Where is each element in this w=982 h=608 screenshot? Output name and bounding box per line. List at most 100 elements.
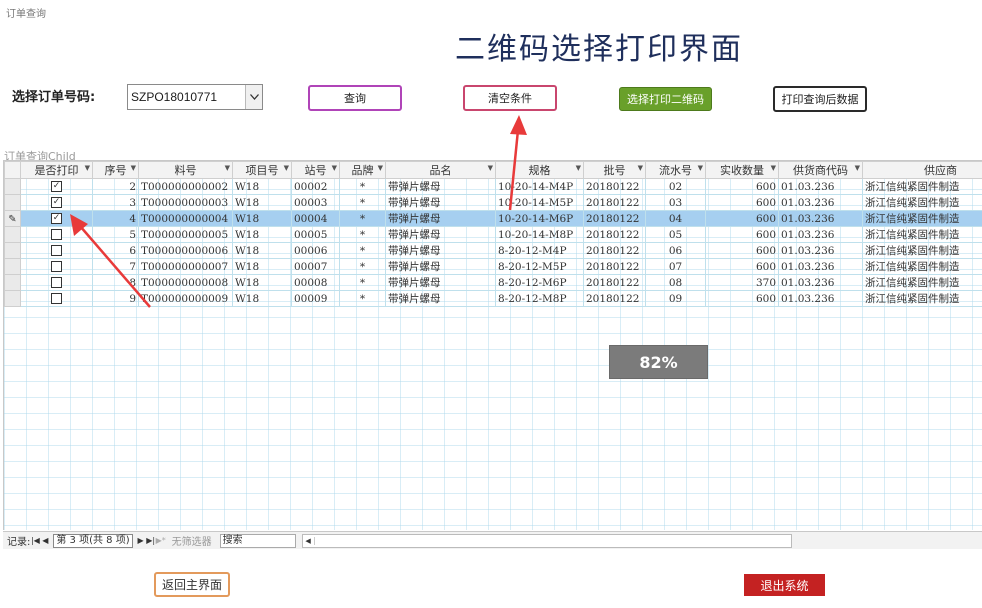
table-cell[interactable]: 01.03.236 xyxy=(778,242,863,259)
table-cell[interactable]: 01.03.236 xyxy=(778,226,863,243)
column-header[interactable]: 序号 ▼ xyxy=(92,161,139,179)
column-header[interactable]: 站号 ▼ xyxy=(291,161,340,179)
column-header[interactable]: 是否打印 ▼ xyxy=(20,161,93,179)
table-cell[interactable]: 浙江信纯紧固件制造 xyxy=(862,290,982,307)
table-cell[interactable]: 01.03.236 xyxy=(778,274,863,291)
table-cell[interactable]: 00004 xyxy=(291,210,340,227)
table-cell[interactable]: 00003 xyxy=(291,194,340,211)
table-cell[interactable]: 600 xyxy=(705,178,779,195)
exit-system-button[interactable]: 退出系统 xyxy=(744,574,825,596)
table-cell[interactable]: 20180122 xyxy=(583,290,646,307)
table-cell[interactable]: 02 xyxy=(645,178,706,195)
row-selector[interactable] xyxy=(4,194,21,211)
last-record-button[interactable]: ▶| xyxy=(146,536,156,545)
table-cell[interactable]: T000000000008 xyxy=(138,274,233,291)
table-cell[interactable]: 10-20-14-M6P xyxy=(495,210,584,227)
table-cell[interactable]: W18 xyxy=(232,210,292,227)
table-cell[interactable]: 带弹片螺母 xyxy=(385,194,496,211)
sort-arrow-icon[interactable]: ▼ xyxy=(85,164,90,172)
filter-status[interactable]: 无筛选器 xyxy=(172,533,212,548)
table-cell[interactable]: 浙江信纯紧固件制造 xyxy=(862,194,982,211)
order-number-value[interactable]: SZPO18010771 xyxy=(128,90,245,104)
table-cell[interactable]: 8 xyxy=(92,274,139,291)
table-cell[interactable]: 08 xyxy=(645,274,706,291)
sort-arrow-icon[interactable]: ▼ xyxy=(698,164,703,172)
table-row[interactable]: 9 T000000000009 W18 00009 * 带弹片螺母 8-20-12-M8P 2… xyxy=(4,290,982,307)
datasheet-grid[interactable]: 是否打印 ▼ 序号 ▼ 料号 ▼ 项目号 ▼ 站号 ▼ 品牌 ▼ 品名 ▼ 规格 ▼ 批号 ▼ 流… xyxy=(3,160,982,530)
column-header[interactable]: 品名 ▼ xyxy=(385,161,496,179)
table-cell[interactable]: 03 xyxy=(645,194,706,211)
table-cell[interactable]: 10-20-14-M4P xyxy=(495,178,584,195)
table-cell[interactable]: 6 xyxy=(92,242,139,259)
table-cell[interactable]: 01.03.236 xyxy=(778,210,863,227)
checkbox-unchecked[interactable] xyxy=(51,277,62,288)
table-cell[interactable]: 带弹片螺母 xyxy=(385,226,496,243)
table-cell[interactable]: T000000000004 xyxy=(138,210,233,227)
checkbox-unchecked[interactable] xyxy=(51,261,62,272)
table-cell[interactable]: 带弹片螺母 xyxy=(385,242,496,259)
row-selector[interactable] xyxy=(4,274,21,291)
table-cell[interactable]: 01.03.236 xyxy=(778,290,863,307)
print-checkbox-cell[interactable]: ✓ xyxy=(20,210,93,227)
select-print-qrcode-button[interactable]: 选择打印二维码 xyxy=(619,87,712,111)
checkbox-unchecked[interactable] xyxy=(51,245,62,256)
sort-arrow-icon[interactable]: ▼ xyxy=(131,164,136,172)
table-cell[interactable]: 00008 xyxy=(291,274,340,291)
table-cell[interactable]: 浙江信纯紧固件制造 xyxy=(862,178,982,195)
table-cell[interactable]: W18 xyxy=(232,242,292,259)
table-cell[interactable]: 600 xyxy=(705,290,779,307)
table-cell[interactable]: 浙江信纯紧固件制造 xyxy=(862,210,982,227)
sort-arrow-icon[interactable]: ▼ xyxy=(855,164,860,172)
table-cell[interactable]: 370 xyxy=(705,274,779,291)
sort-arrow-icon[interactable]: ▼ xyxy=(284,164,289,172)
next-record-button[interactable]: ▶ xyxy=(136,536,146,545)
table-cell[interactable]: 带弹片螺母 xyxy=(385,290,496,307)
table-cell[interactable]: 20180122 xyxy=(583,178,646,195)
row-selector[interactable] xyxy=(4,178,21,195)
table-row[interactable]: 5 T000000000005 W18 00005 * 带弹片螺母 10-20-14-M8P… xyxy=(4,226,982,243)
table-cell[interactable]: * xyxy=(339,194,386,211)
print-checkbox-cell[interactable]: ✓ xyxy=(20,194,93,211)
new-record-button[interactable]: ▶* xyxy=(156,536,166,545)
checkbox-checked[interactable]: ✓ xyxy=(51,213,62,224)
table-cell[interactable]: 2 xyxy=(92,178,139,195)
table-cell[interactable]: W18 xyxy=(232,178,292,195)
table-cell[interactable]: W18 xyxy=(232,274,292,291)
column-header[interactable]: 实收数量 ▼ xyxy=(705,161,779,179)
table-cell[interactable]: 8-20-12-M6P xyxy=(495,274,584,291)
horizontal-scrollbar[interactable]: ◀ xyxy=(301,533,792,548)
table-cell[interactable]: W18 xyxy=(232,194,292,211)
table-cell[interactable]: 01.03.236 xyxy=(778,258,863,275)
column-header[interactable]: 规格 ▼ xyxy=(495,161,584,179)
sort-arrow-icon[interactable]: ▼ xyxy=(225,164,230,172)
table-cell[interactable]: 浙江信纯紧固件制造 xyxy=(862,242,982,259)
table-cell[interactable]: 浙江信纯紧固件制造 xyxy=(862,258,982,275)
table-cell[interactable]: * xyxy=(339,274,386,291)
table-cell[interactable]: T000000000003 xyxy=(138,194,233,211)
table-cell[interactable]: 浙江信纯紧固件制造 xyxy=(862,226,982,243)
table-cell[interactable]: 8-20-12-M4P xyxy=(495,242,584,259)
back-to-main-button[interactable]: 返回主界面 xyxy=(154,572,230,597)
column-header[interactable]: 供货商代码 ▼ xyxy=(778,161,863,179)
table-row[interactable]: ✓ 3 T000000000003 W18 00003 * 带弹片螺母 10-20-14-M5… xyxy=(4,194,982,211)
table-cell[interactable]: 00002 xyxy=(291,178,340,195)
table-cell[interactable]: 9 xyxy=(92,290,139,307)
checkbox-unchecked[interactable] xyxy=(51,229,62,240)
column-header[interactable]: 品牌 ▼ xyxy=(339,161,386,179)
table-cell[interactable]: T000000000006 xyxy=(138,242,233,259)
table-cell[interactable]: 00007 xyxy=(291,258,340,275)
table-cell[interactable]: W18 xyxy=(232,290,292,307)
table-cell[interactable]: W18 xyxy=(232,226,292,243)
sort-arrow-icon[interactable]: ▼ xyxy=(638,164,643,172)
table-cell[interactable]: T000000000002 xyxy=(138,178,233,195)
first-record-button[interactable]: |◀ xyxy=(30,536,40,545)
print-checkbox-cell[interactable] xyxy=(20,274,93,291)
table-cell[interactable]: 3 xyxy=(92,194,139,211)
table-cell[interactable]: 10-20-14-M8P xyxy=(495,226,584,243)
pencil-icon[interactable]: ✎ xyxy=(4,210,21,227)
table-cell[interactable]: 600 xyxy=(705,226,779,243)
table-cell[interactable]: T000000000005 xyxy=(138,226,233,243)
row-selector[interactable] xyxy=(4,290,21,307)
table-cell[interactable]: * xyxy=(339,242,386,259)
table-cell[interactable]: 00009 xyxy=(291,290,340,307)
